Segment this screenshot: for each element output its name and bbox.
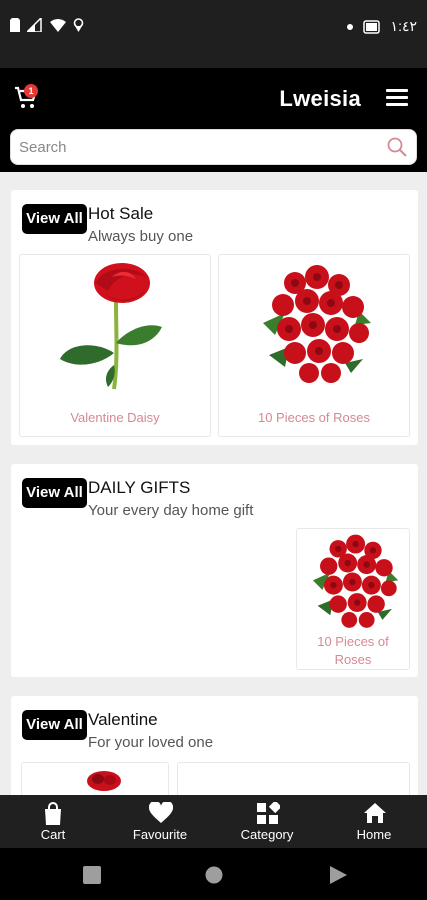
cart-button[interactable]: 1: [14, 84, 40, 110]
search-bar: [10, 129, 417, 165]
recent-apps-icon[interactable]: [83, 866, 101, 884]
back-icon[interactable]: [330, 866, 348, 884]
product-card[interactable]: Valentine Daisy: [19, 254, 211, 437]
product-card[interactable]: 10 Pieces of Roses: [218, 254, 410, 437]
product-card[interactable]: [21, 762, 169, 795]
home-circle-icon[interactable]: [205, 866, 223, 884]
nav-favourite[interactable]: Favourite: [107, 795, 213, 848]
nav-home[interactable]: Home: [321, 795, 427, 848]
section-title: DAILY GIFTS: [88, 478, 191, 497]
cart-count-badge: 1: [24, 84, 38, 98]
product-card[interactable]: 10 Pieces of Roses: [296, 528, 410, 670]
battery-icon: [362, 19, 380, 34]
section-subtitle: Always buy one: [88, 228, 194, 245]
view-all-button[interactable]: View All: [22, 478, 87, 508]
wifi-icon: [50, 18, 66, 32]
view-all-button[interactable]: View All: [22, 710, 87, 740]
status-time: ١:٤٢: [390, 18, 417, 34]
search-icon[interactable]: [387, 137, 407, 157]
product-name: Valentine Daisy: [70, 410, 160, 425]
signal-icon: [27, 18, 42, 32]
nav-label: Favourite: [132, 827, 188, 842]
search-input[interactable]: [11, 130, 361, 164]
shopping-bag-icon: [45, 802, 61, 825]
product-card[interactable]: [177, 762, 410, 795]
nav-cart[interactable]: Cart: [0, 795, 106, 848]
single-rose-image: [60, 263, 162, 390]
section-subtitle: For your loved one: [88, 734, 214, 751]
nav-category[interactable]: Category: [214, 795, 320, 848]
menu-icon[interactable]: [386, 89, 408, 107]
section-hot-sale: View All Hot Sale Always buy one Valenti…: [11, 190, 418, 445]
section-valentine: View All Valentine For your loved one: [11, 696, 418, 795]
status-icons-right: ١:٤٢: [346, 18, 417, 35]
dot-icon: [346, 23, 353, 30]
heart-icon: [149, 802, 173, 823]
bottom-navigation: Cart Favourite Category Home: [0, 795, 427, 848]
rose-bouquet-image: [263, 265, 371, 383]
home-icon: [364, 803, 386, 823]
nav-label: Category: [240, 827, 294, 842]
sim-card-icon: [10, 18, 20, 32]
section-title: Hot Sale: [88, 204, 154, 223]
nav-label: Home: [356, 827, 392, 842]
rose-bouquet-image: [312, 534, 399, 628]
status-bar: ١:٤٢: [0, 0, 427, 68]
category-icon: [257, 802, 280, 824]
app-bar: 1 Lweisia: [0, 68, 427, 172]
location-icon: [73, 18, 84, 32]
nav-label: Cart: [40, 827, 66, 842]
section-subtitle: Your every day home gift: [88, 502, 254, 519]
system-navigation-bar: [0, 848, 427, 900]
section-title: Valentine: [88, 710, 158, 729]
product-name: 10 Pieces of Roses: [257, 410, 370, 425]
rose-image: [87, 771, 121, 791]
section-daily-gifts: View All DAILY GIFTS Your every day home…: [11, 464, 418, 677]
view-all-button[interactable]: View All: [22, 204, 87, 234]
main-content: View All Hot Sale Always buy one Valenti…: [0, 172, 427, 795]
status-icons-left: [10, 18, 84, 32]
product-name: 10 Pieces of Roses: [317, 634, 389, 667]
app-title: Lweisia: [279, 86, 361, 111]
